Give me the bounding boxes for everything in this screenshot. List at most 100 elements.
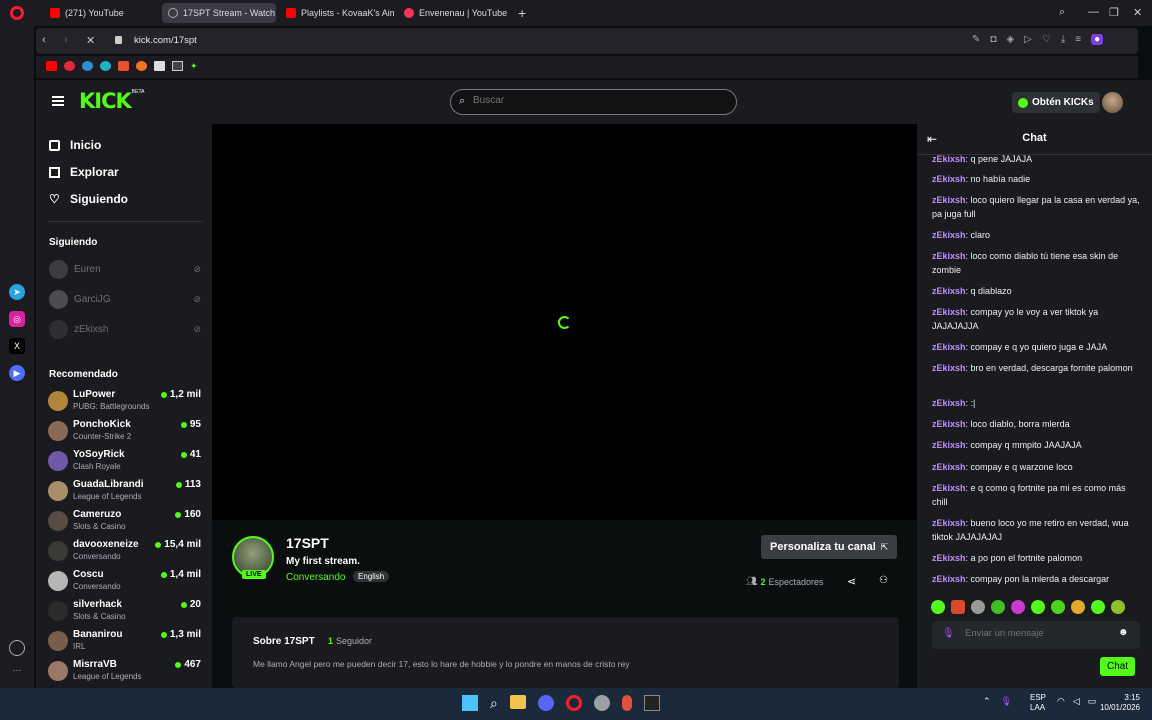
emote-icon[interactable] [1051, 600, 1065, 614]
download-icon[interactable]: ⤓ [1061, 34, 1065, 45]
chat-username[interactable]: zEkixsh [932, 398, 966, 408]
recommended-channel[interactable]: Coscu Conversando 1,4 mil [48, 569, 201, 595]
red-bookmark-icon[interactable] [64, 61, 75, 71]
stop-loading-icon[interactable]: ✕ [86, 34, 95, 47]
instagram-icon[interactable]: ◎ [9, 311, 25, 327]
follow-user-icon[interactable]: ⚇ [879, 575, 888, 586]
chat-username[interactable]: zEkixsh [932, 483, 966, 493]
chat-username[interactable]: zEkixsh [932, 462, 966, 472]
chat-username[interactable]: zEkixsh [932, 574, 966, 584]
minimize-icon[interactable]: — [1088, 6, 1099, 18]
steam-icon[interactable] [593, 695, 610, 711]
play-icon[interactable]: ▷ [1024, 34, 1032, 45]
microphone-icon[interactable]: 🎙︎ [942, 628, 955, 639]
maximize-icon[interactable]: ❐ [1109, 6, 1119, 19]
emote-icon[interactable] [931, 600, 945, 614]
chat-username[interactable]: zEkixsh [932, 342, 966, 352]
emote-icon[interactable] [1011, 600, 1025, 614]
search-box[interactable]: ⌕ [450, 89, 737, 115]
tab-kovaak-playlists[interactable]: Playlists - KovaaK's Aim Tr [280, 3, 394, 23]
emote-icon[interactable] [971, 600, 985, 614]
x-twitter-icon[interactable]: X [9, 338, 25, 354]
crunchy-bookmark-icon[interactable] [136, 61, 147, 71]
opera-taskbar-icon[interactable] [565, 695, 582, 711]
share-icon[interactable]: ⋖ [847, 575, 856, 588]
following-item[interactable]: Euren ⊘ [49, 260, 201, 279]
recommended-channel[interactable]: Bananirou IRL 1,3 mil [48, 629, 201, 655]
profile-icon[interactable]: ● [1091, 34, 1104, 45]
recommended-channel[interactable]: GuadaLibrandi League of Legends 113 [48, 479, 201, 505]
orange-bookmark-icon[interactable] [118, 61, 129, 71]
emote-icon[interactable] [1071, 600, 1085, 614]
nav-inicio[interactable]: Inicio [49, 138, 101, 152]
emote-icon[interactable] [1031, 600, 1045, 614]
chat-username[interactable]: zEkixsh [932, 195, 966, 205]
microphone-app-icon[interactable] [621, 695, 632, 711]
chat-username[interactable]: zEkixsh [932, 286, 966, 296]
back-icon[interactable]: ‹ [42, 34, 46, 46]
recommended-channel[interactable]: MisrraVB League of Legends 467 [48, 659, 201, 685]
channel-name[interactable]: 17SPT [286, 535, 329, 551]
tab-youtube[interactable]: (271) YouTube [44, 3, 158, 23]
green-bookmark-icon[interactable]: ✦ [190, 61, 201, 71]
customize-channel-button[interactable]: Personaliza tu canal ⇱ [761, 535, 898, 559]
chat-username[interactable]: zEkixsh [932, 553, 966, 563]
recommended-channel[interactable]: silverhack Slots & Casino 20 [48, 599, 201, 625]
language-tag[interactable]: English [353, 571, 390, 582]
send-chat-button[interactable]: Chat [1100, 657, 1136, 676]
recommended-channel[interactable]: Cameruzo Slots & Casino 160 [48, 509, 201, 535]
cyan-bookmark-icon[interactable] [100, 61, 111, 71]
search-tabs-icon[interactable]: ⌕ [1059, 6, 1065, 19]
opera-logo-icon[interactable] [10, 6, 24, 20]
file-explorer-icon[interactable] [509, 695, 526, 709]
history-clock-icon[interactable] [9, 640, 25, 656]
edit-icon[interactable]: ✎ [972, 34, 980, 45]
forward-icon[interactable]: › [64, 34, 68, 46]
tray-mic-icon[interactable]: 🎙︎ [1001, 696, 1012, 707]
discord-icon[interactable] [537, 695, 554, 711]
recommended-channel[interactable]: davooxeneize Conversando 15,4 mil [48, 539, 201, 565]
chat-username[interactable]: zEkixsh [932, 440, 966, 450]
user-avatar[interactable] [1102, 92, 1123, 113]
chat-username[interactable]: zEkixsh [932, 155, 966, 164]
recommended-channel[interactable]: PonchoKick Counter-Strike 2 95 [48, 419, 201, 445]
search-icon[interactable]: ⌕ [490, 695, 498, 712]
chat-input-box[interactable]: 🎙︎ ☻ [932, 621, 1140, 649]
video-player[interactable] [212, 124, 917, 520]
clock[interactable]: 3:15 10/01/2026 [1096, 693, 1140, 713]
emote-icon[interactable] [1111, 600, 1125, 614]
emote-icon[interactable] [951, 600, 965, 614]
recommended-channel[interactable]: YoSoyRick Clash Royale 41 [48, 449, 201, 475]
menu-icon[interactable]: ≡ [1075, 34, 1081, 45]
blue-bookmark-icon[interactable] [82, 61, 93, 71]
emote-icon[interactable] [1091, 600, 1105, 614]
player-icon[interactable]: ▶ [9, 365, 25, 381]
chat-username[interactable]: zEkixsh [932, 419, 966, 429]
close-icon[interactable]: ✕ [1133, 6, 1142, 19]
get-kicks-button[interactable]: Obtén KICKs [1012, 92, 1100, 113]
heart-outline-icon[interactable]: ♡ [1042, 34, 1051, 45]
shield-icon[interactable]: ◈ [1006, 34, 1014, 45]
following-item[interactable]: zEkixsh ⊘ [49, 320, 201, 339]
chat-username[interactable]: zEkixsh [932, 363, 966, 373]
chat-username[interactable]: zEkixsh [932, 518, 966, 528]
language-indicator[interactable]: ESP LAA [1030, 693, 1046, 713]
doc-bookmark-icon[interactable] [154, 61, 165, 71]
youtube-bookmark-icon[interactable] [46, 61, 57, 71]
chat-username[interactable]: zEkixsh [932, 174, 966, 184]
nav-siguiendo[interactable]: ♡ Siguiendo [49, 192, 128, 206]
following-item[interactable]: GarciJG ⊘ [49, 290, 201, 309]
windows-start-icon[interactable] [462, 695, 478, 711]
tray-chevron-icon[interactable]: ⌃ [983, 696, 991, 707]
camera-icon[interactable]: ◘ [990, 34, 996, 45]
chat-username[interactable]: zEkixsh [932, 230, 966, 240]
search-input[interactable] [473, 95, 723, 106]
chat-username[interactable]: zEkixsh [932, 251, 966, 261]
emote-icon[interactable] [991, 600, 1005, 614]
app-icon[interactable] [643, 695, 660, 711]
tab-17spt-stream[interactable]: 17SPT Stream - Watch Liv [162, 3, 276, 23]
recommended-channel[interactable]: LuPower PUBG: Battlegrounds 1,2 mil [48, 389, 201, 415]
new-tab-plus-icon[interactable]: + [518, 5, 526, 21]
chat-username[interactable]: zEkixsh [932, 307, 966, 317]
more-dots-icon[interactable]: ⋯ [9, 662, 25, 678]
